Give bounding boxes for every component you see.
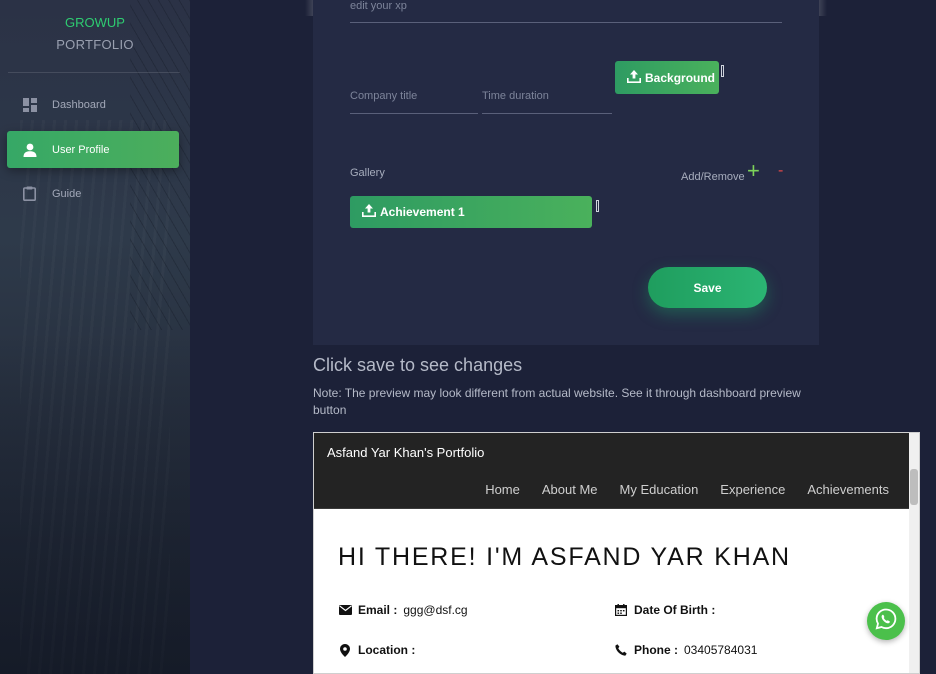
company-title-field[interactable]: Company title	[350, 90, 478, 114]
sidebar-background-shade	[0, 330, 190, 674]
dashboard-icon	[7, 97, 52, 112]
preview-nav-about[interactable]: About Me	[542, 482, 598, 497]
sidebar: GROWUP PORTFOLIO Dashboard User Profile …	[0, 0, 190, 674]
map-marker-icon	[338, 643, 352, 657]
sidebar-item-user-profile[interactable]: User Profile	[7, 131, 179, 168]
preview-nav-experience[interactable]: Experience	[720, 482, 785, 497]
preview-nav-home[interactable]: Home	[485, 482, 520, 497]
add-remove-label: Add/Remove	[681, 171, 745, 183]
card-edge	[305, 0, 313, 16]
envelope-icon	[338, 605, 352, 615]
brand-name: GROWUP	[65, 15, 125, 30]
time-duration-field[interactable]: Time duration	[482, 90, 612, 114]
dob-label: Date Of Birth :	[634, 603, 716, 617]
preview-nav-links: Home About Me My Education Experience Ac…	[485, 482, 889, 497]
portfolio-preview: Asfand Yar Khan's Portfolio Home About M…	[313, 432, 920, 674]
preview-location: Location :	[338, 643, 421, 657]
sidebar-item-dashboard[interactable]: Dashboard	[7, 86, 179, 123]
preview-hint-note: Note: The preview may look different fro…	[313, 386, 801, 417]
button-label: Achievement 1	[380, 205, 465, 219]
sidebar-item-guide[interactable]: Guide	[7, 175, 179, 212]
clipboard-icon	[7, 186, 52, 201]
preview-hint-title: Click save to see changes	[313, 355, 523, 375]
sidebar-item-label: Guide	[52, 187, 82, 200]
upload-icon	[627, 69, 641, 86]
sidebar-item-label: User Profile	[52, 143, 110, 156]
phone-icon	[614, 644, 628, 656]
phone-label: Phone :	[634, 643, 678, 657]
sidebar-divider	[8, 72, 180, 73]
preview-heading: HI THERE! I'M ASFAND YAR KHAN	[338, 543, 791, 571]
experience-field[interactable]: edit your xp	[350, 0, 782, 23]
preview-scrollbar[interactable]	[909, 433, 919, 673]
preview-nav-education[interactable]: My Education	[620, 482, 699, 497]
sidebar-item-label: Dashboard	[52, 98, 106, 111]
preview-nav-achievements[interactable]: Achievements	[807, 482, 889, 497]
preview-scrollbar-thumb[interactable]	[910, 469, 918, 505]
add-achievement-button[interactable]: +	[747, 158, 760, 184]
preview-email: Email : ggg@dsf.cg	[338, 603, 468, 617]
upload-icon	[362, 204, 376, 220]
location-label: Location :	[358, 643, 416, 657]
gallery-label: Gallery	[350, 167, 385, 179]
phone-value: 03405784031	[684, 643, 758, 657]
preview-navbar: Asfand Yar Khan's Portfolio Home About M…	[314, 433, 911, 509]
email-value: ggg@dsf.cg	[403, 603, 468, 617]
brand-subtitle: PORTFOLIO	[56, 37, 134, 52]
button-label: Background	[645, 70, 716, 85]
achievement-upload-button[interactable]: Achievement 1	[350, 196, 592, 228]
email-label: Email :	[358, 603, 398, 617]
text-cursor-marker	[721, 65, 724, 77]
whatsapp-icon	[875, 608, 897, 635]
text-cursor-marker	[596, 200, 599, 212]
preview-phone: Phone : 03405784031	[614, 643, 757, 657]
background-upload-button[interactable]: Background	[615, 61, 719, 94]
whatsapp-button[interactable]	[867, 602, 905, 640]
preview-dob: Date Of Birth :	[614, 603, 721, 617]
save-button[interactable]: Save	[648, 267, 767, 308]
remove-achievement-button[interactable]: -	[778, 160, 783, 182]
person-icon	[7, 143, 52, 157]
card-edge	[819, 0, 827, 16]
calendar-icon	[614, 604, 628, 616]
preview-site-title[interactable]: Asfand Yar Khan's Portfolio	[327, 445, 484, 460]
